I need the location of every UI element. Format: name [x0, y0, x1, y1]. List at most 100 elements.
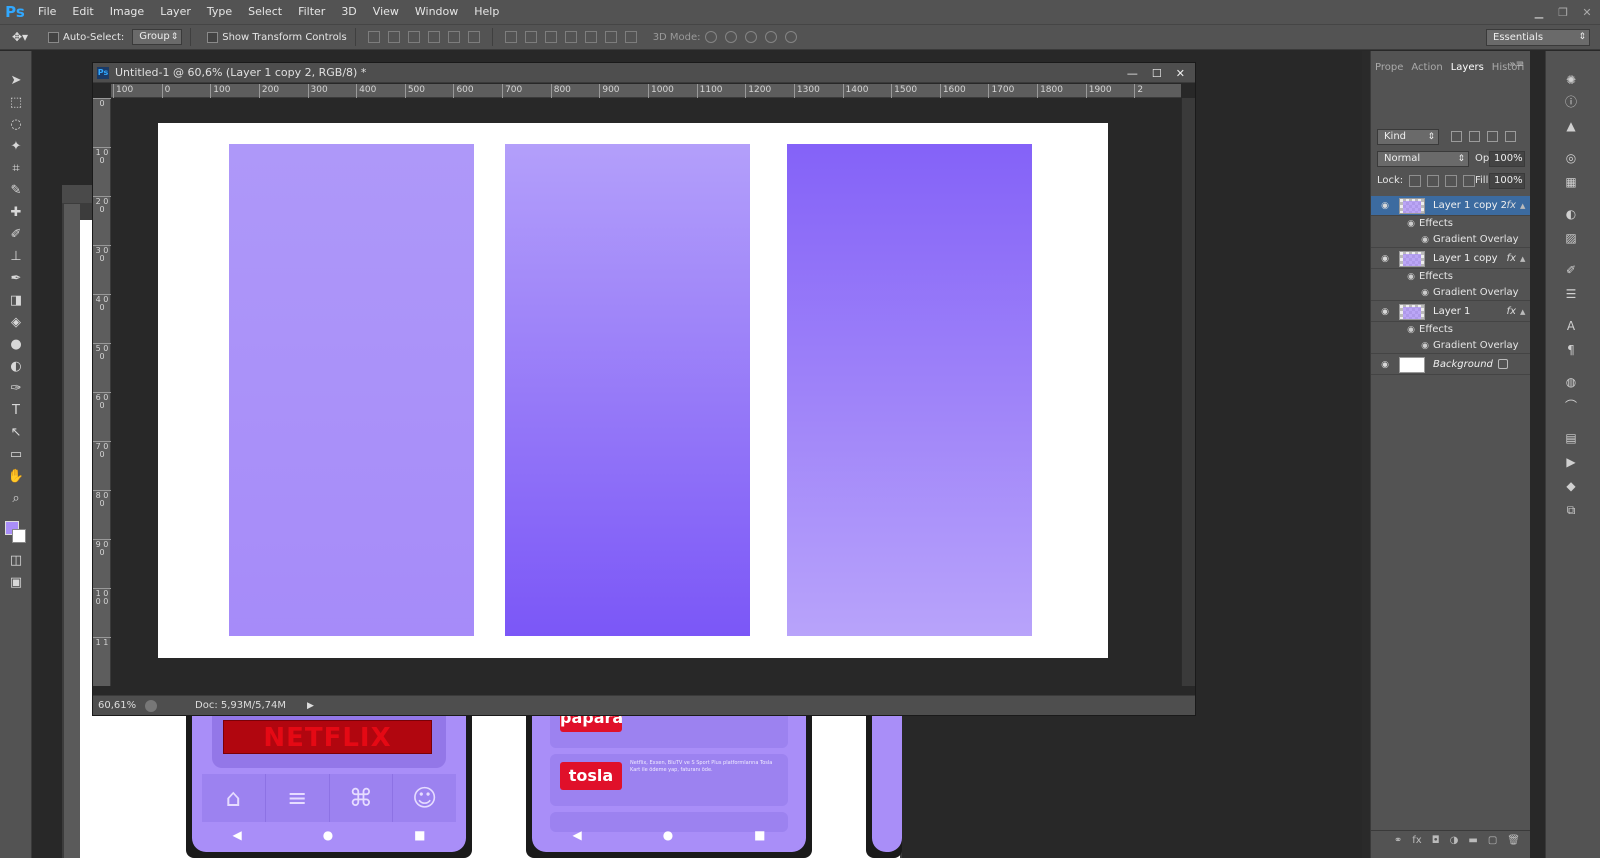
distribute-bottom-icon[interactable] [544, 31, 557, 43]
layer-row[interactable]: ◉ Layer 1 fx ▲ [1371, 302, 1530, 322]
adjustment-filter-icon[interactable] [1469, 131, 1480, 142]
tab-layers[interactable]: Layers [1446, 61, 1488, 73]
brush-panel-icon[interactable]: ✐ [1562, 261, 1580, 279]
adjustments-panel-icon[interactable]: ◐ [1562, 205, 1580, 223]
hand-tool-icon[interactable]: ✋ [4, 467, 28, 487]
link-layers-icon[interactable]: ⚭ [1394, 835, 1402, 846]
vertical-ruler[interactable]: 0 1 0 0 2 0 0 3 0 0 4 0 0 5 0 0 6 0 0 7 0 0 8 0 … [93, 98, 111, 686]
new-group-icon[interactable]: ▬ [1468, 835, 1477, 846]
add-mask-icon[interactable]: ◘ [1432, 835, 1440, 846]
menu-filter[interactable]: Filter [290, 0, 333, 24]
layer-row[interactable]: ◉ Layer 1 copy fx ▲ [1371, 249, 1530, 269]
move-tool-preset-icon[interactable]: ✥▾ [0, 30, 40, 44]
gradient-overlay-row[interactable]: ◉ Gradient Overlay [1371, 338, 1530, 354]
zoom-level[interactable]: 60,61% [93, 700, 137, 711]
align-hcenter-icon[interactable] [447, 31, 460, 43]
distribute-left-icon[interactable] [564, 31, 577, 43]
visibility-eye-icon[interactable]: ◉ [1379, 253, 1391, 265]
menu-type[interactable]: Type [199, 0, 240, 24]
status-icon[interactable] [145, 699, 157, 712]
type-tool-icon[interactable]: T [4, 401, 28, 421]
close-icon[interactable]: ✕ [1580, 6, 1594, 19]
fx-icon[interactable]: fx [1507, 249, 1516, 269]
effects-row[interactable]: ◉ Effects [1371, 322, 1530, 338]
layer-kind-filter[interactable]: Kind [1377, 129, 1439, 145]
timeline-panel-icon[interactable]: ▤ [1562, 429, 1580, 447]
menu-window[interactable]: Window [407, 0, 466, 24]
auto-align-icon[interactable] [624, 31, 637, 43]
swatches-panel-icon[interactable]: ▦ [1562, 173, 1580, 191]
restore-icon[interactable]: ❐ [1556, 6, 1570, 19]
3d-roll-icon[interactable] [724, 31, 737, 43]
layer-name[interactable]: Layer 1 copy 2 [1433, 196, 1507, 216]
clone-source-icon[interactable]: ⧉ [1562, 501, 1580, 519]
lock-all-icon[interactable] [1463, 175, 1475, 187]
eraser-icon[interactable]: ◨ [4, 291, 28, 311]
effects-eye-icon[interactable]: ◉ [1405, 324, 1417, 336]
overlay-eye-icon[interactable]: ◉ [1419, 340, 1431, 352]
align-vcenter-icon[interactable] [387, 31, 400, 43]
blend-mode-dropdown[interactable]: Normal [1377, 151, 1469, 167]
menu-layer[interactable]: Layer [152, 0, 199, 24]
align-top-icon[interactable] [367, 31, 380, 43]
background-color-swatch[interactable] [12, 529, 26, 543]
visibility-eye-icon[interactable]: ◉ [1379, 359, 1391, 371]
lock-position-icon[interactable] [1445, 175, 1457, 187]
layers-panel-icon[interactable]: ◆ [1562, 477, 1580, 495]
quick-mask-icon[interactable]: ◫ [4, 551, 28, 571]
layer-row[interactable]: ◉ Layer 1 copy 2 fx ▲ [1371, 196, 1530, 216]
3d-drag-icon[interactable] [744, 31, 757, 43]
panel-menu-icon[interactable]: »≡ [1510, 59, 1525, 70]
layer-row-background[interactable]: ◉ Background [1371, 355, 1530, 375]
add-style-icon[interactable]: fx [1412, 835, 1421, 846]
move-tool-icon[interactable]: ➤ [4, 71, 28, 91]
eyedropper-icon[interactable]: ✎ [4, 181, 28, 201]
effects-eye-icon[interactable]: ◉ [1405, 271, 1417, 283]
auto-select-checkbox[interactable] [48, 31, 59, 43]
menu-view[interactable]: View [365, 0, 407, 24]
maximize-icon[interactable]: ☐ [1152, 67, 1162, 80]
brush-tool-icon[interactable]: ✐ [4, 225, 28, 245]
visibility-eye-icon[interactable]: ◉ [1379, 306, 1391, 318]
brush-presets-icon[interactable]: ☰ [1562, 285, 1580, 303]
overlay-eye-icon[interactable]: ◉ [1419, 234, 1431, 246]
3d-scale-icon[interactable] [784, 31, 797, 43]
pen-tool-icon[interactable]: ✑ [4, 379, 28, 399]
zoom-tool-icon[interactable]: ⌕ [4, 489, 28, 509]
paint-bucket-icon[interactable]: ◈ [4, 313, 28, 333]
close-icon[interactable]: ✕ [1176, 67, 1185, 80]
lock-pixels-icon[interactable] [1427, 175, 1439, 187]
gradient-overlay-row[interactable]: ◉ Gradient Overlay [1371, 232, 1530, 248]
type-filter-icon[interactable] [1487, 131, 1498, 142]
lock-transparency-icon[interactable] [1409, 175, 1421, 187]
align-left-icon[interactable] [427, 31, 440, 43]
layer-name[interactable]: Layer 1 copy [1433, 249, 1497, 269]
expand-effects-icon[interactable]: ▲ [1520, 253, 1526, 265]
menu-help[interactable]: Help [466, 0, 507, 24]
pixel-filter-icon[interactable] [1451, 131, 1462, 142]
character-panel-icon[interactable]: A [1562, 317, 1580, 335]
horizontal-ruler[interactable]: 100 0 100 200 300 400 500 600 700 800 900 1000 1100 1… [111, 84, 1181, 98]
document-titlebar[interactable]: Ps Untitled-1 @ 60,6% (Layer 1 copy 2, R… [93, 63, 1195, 83]
delete-layer-icon[interactable]: 🗑 [1507, 835, 1520, 846]
menu-file[interactable]: File [30, 0, 64, 24]
rectangle-tool-icon[interactable]: ▭ [4, 445, 28, 465]
crop-tool-icon[interactable]: ⌗ [4, 159, 28, 179]
channels-panel-icon[interactable]: ◍ [1562, 373, 1580, 391]
gradient-rectangle-2[interactable] [505, 144, 750, 636]
styles-panel-icon[interactable]: ▨ [1562, 229, 1580, 247]
workspace-switcher[interactable]: Essentials [1486, 29, 1590, 46]
paragraph-panel-icon[interactable]: ¶ [1562, 341, 1580, 359]
menu-3d[interactable]: 3D [333, 0, 364, 24]
menu-image[interactable]: Image [102, 0, 152, 24]
screen-mode-icon[interactable]: ▣ [4, 573, 28, 593]
3d-rotate-icon[interactable] [704, 31, 717, 43]
fx-icon[interactable]: fx [1507, 302, 1516, 322]
distribute-hcenter-icon[interactable] [584, 31, 597, 43]
canvas[interactable] [158, 123, 1108, 658]
path-selection-icon[interactable]: ↖ [4, 423, 28, 443]
overlay-eye-icon[interactable]: ◉ [1419, 287, 1431, 299]
history-brush-icon[interactable]: ✒ [4, 269, 28, 289]
info-panel-icon[interactable]: ⓘ [1562, 93, 1580, 111]
distribute-right-icon[interactable] [604, 31, 617, 43]
